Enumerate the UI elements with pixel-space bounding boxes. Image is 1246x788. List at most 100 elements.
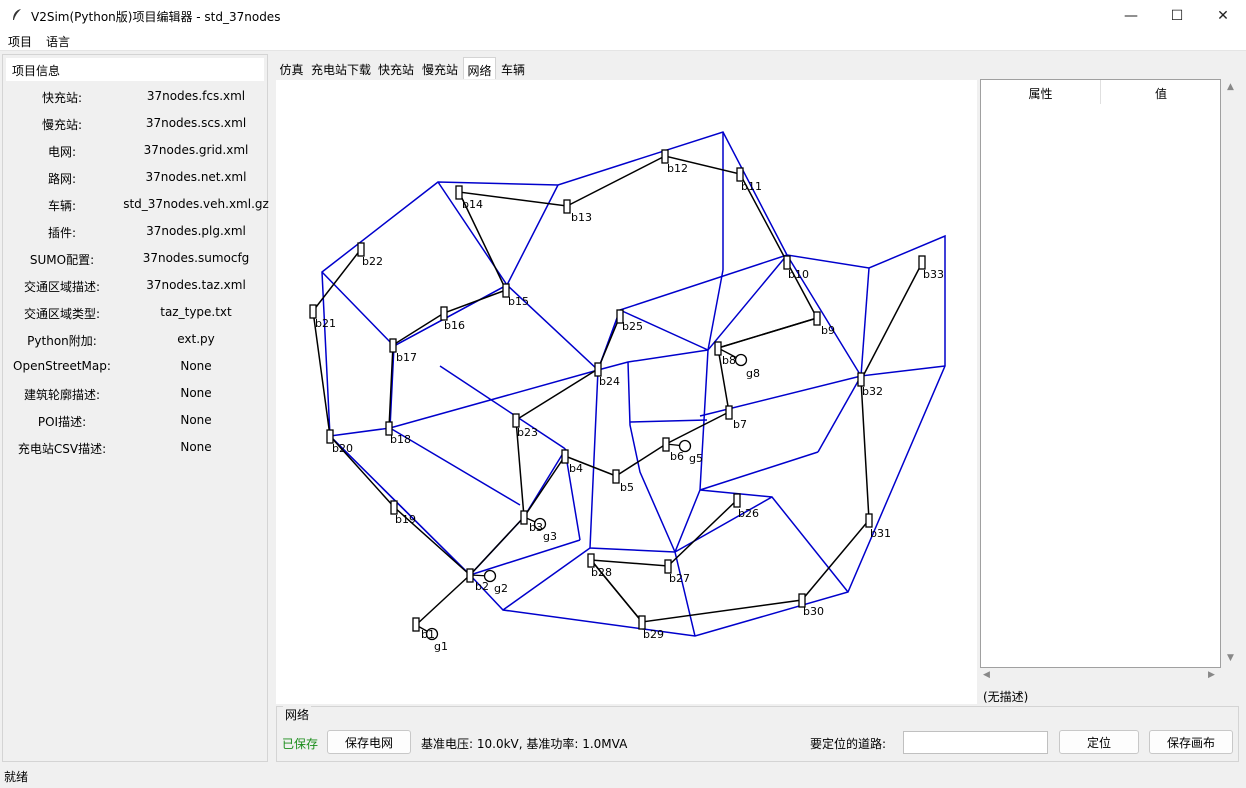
bus-b3[interactable] xyxy=(520,510,528,525)
tab-vehicles[interactable]: 车辆 xyxy=(498,57,528,79)
bus-label: b22 xyxy=(362,255,383,268)
info-value: ext.py xyxy=(177,332,215,346)
bus-label: b23 xyxy=(517,426,538,439)
scroll-down-icon[interactable]: ▼ xyxy=(1227,653,1234,663)
info-key: POI描述: xyxy=(37,415,87,429)
save-grid-button[interactable]: 保存电网 xyxy=(327,730,411,754)
bus-label: b19 xyxy=(395,513,416,526)
info-row: 电网: 37nodes.grid.xml xyxy=(3,143,269,163)
scroll-up-icon[interactable]: ▲ xyxy=(1227,82,1234,92)
generator-g8[interactable] xyxy=(734,353,748,367)
saved-status: 已保存 xyxy=(282,737,319,751)
bus-label: b17 xyxy=(396,351,417,364)
bus-label: b12 xyxy=(667,162,688,175)
info-value: 37nodes.taz.xml xyxy=(146,278,246,292)
generator-label: g3 xyxy=(543,530,557,543)
bus-label: b1 xyxy=(421,628,435,641)
tab-cs-download[interactable]: 充电站下载 xyxy=(309,57,373,79)
tab-network[interactable]: 网络 xyxy=(463,57,496,79)
generator-label: g8 xyxy=(746,367,760,380)
tab-fast-charging[interactable]: 快充站 xyxy=(375,57,417,79)
bus-label: b21 xyxy=(315,317,336,330)
bus-label: b32 xyxy=(862,385,883,398)
scroll-right-icon[interactable]: ▶ xyxy=(1208,670,1215,680)
road-network xyxy=(321,131,946,637)
locate-button[interactable]: 定位 xyxy=(1059,730,1139,754)
properties-table[interactable]: 属性 值 xyxy=(980,79,1221,668)
bus-b7[interactable] xyxy=(725,405,733,420)
info-key: 车辆: xyxy=(47,199,77,213)
info-key: 建筑轮廓描述: xyxy=(23,388,101,402)
project-info-header: 项目信息 xyxy=(6,58,264,81)
menu-language[interactable]: 语言 xyxy=(46,33,70,50)
maximize-button[interactable]: ☐ xyxy=(1154,0,1200,31)
network-group-label: 网络 xyxy=(283,706,312,723)
project-info-panel: 项目信息 快充站: 37nodes.fcs.xml 慢充站: 37nodes.scs… xyxy=(2,54,269,762)
generator-labels: g1 g2 g3 g5 g8 xyxy=(434,367,760,653)
bus-label: b14 xyxy=(462,198,483,211)
generator-label: g2 xyxy=(494,582,508,595)
save-canvas-button[interactable]: 保存画布 xyxy=(1149,730,1233,754)
info-key: Python附加: xyxy=(27,334,97,348)
horizontal-scrollbar[interactable]: ◀ ▶ xyxy=(980,668,1221,684)
info-key: 快充站: xyxy=(41,91,83,105)
info-key: 慢充站: xyxy=(41,118,83,132)
network-canvas[interactable]: b1 b2 b3 b4 b5 b6 b7 b8 b9 b10 b11 b12 b… xyxy=(276,80,977,704)
menu-project[interactable]: 项目 xyxy=(8,33,32,50)
vertical-scrollbar[interactable]: ▲ ▼ xyxy=(1223,79,1239,668)
locate-road-label: 要定位的道路: xyxy=(810,737,887,751)
minimize-button[interactable]: — xyxy=(1108,0,1154,31)
bus-label: b29 xyxy=(643,628,664,641)
bus-b26[interactable] xyxy=(733,493,741,508)
network-group: 网络 已保存 保存电网 基准电压: 10.0kV, 基准功率: 1.0MVA 要… xyxy=(276,706,1239,762)
generators xyxy=(415,347,748,641)
column-header-value[interactable]: 值 xyxy=(1102,80,1220,104)
info-key: 交通区域描述: xyxy=(23,280,101,294)
tab-simulation[interactable]: 仿真 xyxy=(276,57,307,79)
bus-b8[interactable] xyxy=(714,341,722,356)
info-row: 交通区域描述: 37nodes.taz.xml xyxy=(3,278,269,298)
bus-label: b15 xyxy=(508,295,529,308)
bus-label: b5 xyxy=(620,481,634,494)
locate-road-input[interactable] xyxy=(903,731,1048,754)
bus-label: b30 xyxy=(803,605,824,618)
info-value: taz_type.txt xyxy=(160,305,232,319)
info-row: SUMO配置: 37nodes.sumocfg xyxy=(3,251,269,271)
generator-label: g1 xyxy=(434,640,448,653)
column-header-attribute[interactable]: 属性 xyxy=(981,80,1101,104)
bus-b4[interactable] xyxy=(561,449,569,464)
info-value: 37nodes.grid.xml xyxy=(143,143,249,157)
info-value: None xyxy=(180,359,212,373)
tab-slow-charging[interactable]: 慢充站 xyxy=(419,57,461,79)
bus-b9[interactable] xyxy=(813,311,821,326)
bus-b5[interactable] xyxy=(612,469,620,484)
bus-label: b3 xyxy=(529,521,543,534)
bus-b6[interactable] xyxy=(662,437,670,452)
feather-icon xyxy=(13,9,21,20)
info-row: POI描述: None xyxy=(3,413,269,433)
bus-b2[interactable] xyxy=(466,568,474,583)
info-value: 37nodes.plg.xml xyxy=(146,224,246,238)
bus-b13[interactable] xyxy=(563,199,571,214)
bus-label: b16 xyxy=(444,319,465,332)
menu-bar: 项目 语言 xyxy=(0,31,1246,51)
bus-b31[interactable] xyxy=(865,513,873,528)
bus-label: b28 xyxy=(591,566,612,579)
info-row: 建筑轮廓描述: None xyxy=(3,386,269,406)
close-button[interactable]: ✕ xyxy=(1200,0,1246,31)
bus-b1[interactable] xyxy=(412,617,420,632)
info-key: 电网: xyxy=(47,145,77,159)
bus-label: b11 xyxy=(741,180,762,193)
scroll-left-icon[interactable]: ◀ xyxy=(983,670,990,680)
info-key: 路网: xyxy=(47,172,77,186)
bus-label: b7 xyxy=(733,418,747,431)
status-bar: 就绪 xyxy=(4,770,29,784)
network-drawing[interactable]: b1 b2 b3 b4 b5 b6 b7 b8 b9 b10 b11 b12 b… xyxy=(276,80,977,704)
info-row: 交通区域类型: taz_type.txt xyxy=(3,305,269,325)
info-value: 37nodes.scs.xml xyxy=(145,116,247,130)
info-row: 车辆: std_37nodes.veh.xml.gz xyxy=(3,197,269,217)
buses xyxy=(309,149,926,632)
property-description: (无描述) xyxy=(983,690,1029,704)
power-lines xyxy=(312,155,923,626)
info-value: std_37nodes.veh.xml.gz xyxy=(123,197,269,211)
